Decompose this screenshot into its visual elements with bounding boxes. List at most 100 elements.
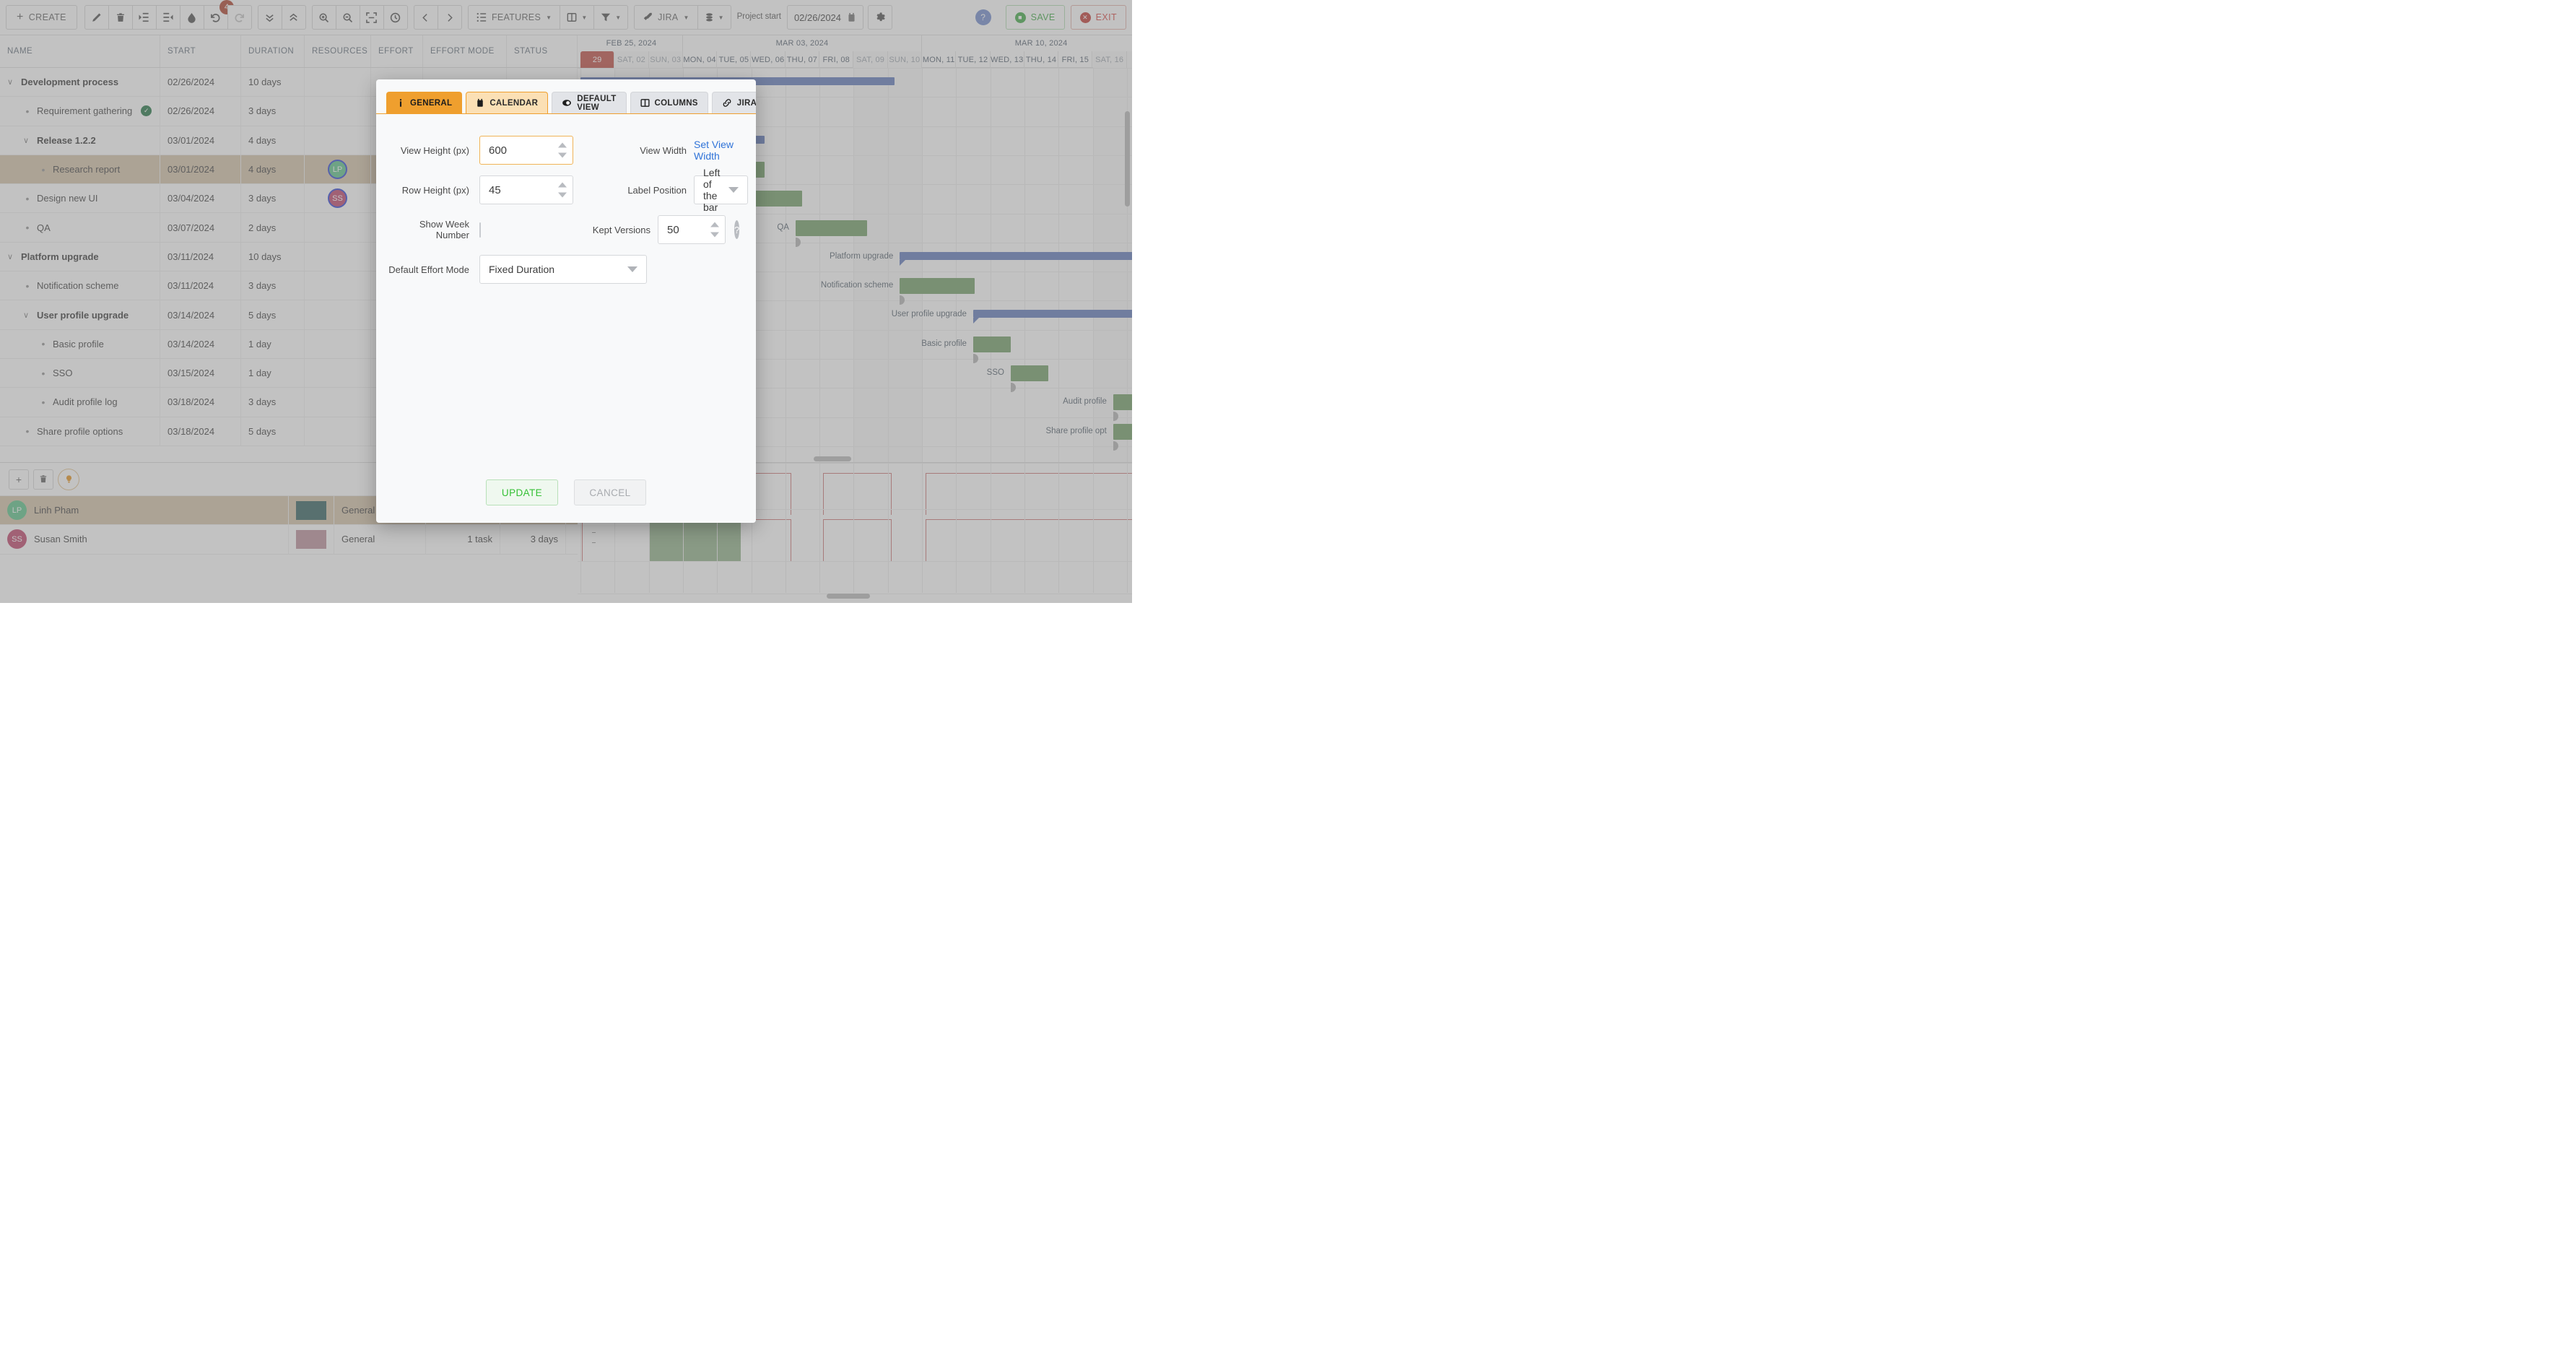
project-start-date-input[interactable]: 02/26/2024 bbox=[786, 5, 864, 30]
spinner-up-icon[interactable] bbox=[710, 222, 719, 227]
task-resources-cell[interactable] bbox=[305, 300, 371, 329]
task-duration-cell[interactable]: 4 days bbox=[241, 155, 305, 184]
task-duration-cell[interactable]: 3 days bbox=[241, 272, 305, 300]
grid-column-header[interactable]: START bbox=[160, 35, 241, 67]
zoom-out-button[interactable] bbox=[335, 5, 360, 30]
gantt-task-bar[interactable] bbox=[900, 278, 975, 295]
task-name-cell[interactable]: • Requirement gathering ✓ bbox=[0, 97, 160, 126]
task-name-cell[interactable]: • Basic profile bbox=[0, 329, 160, 358]
task-resources-cell[interactable] bbox=[305, 358, 371, 388]
expand-all-button[interactable] bbox=[281, 5, 306, 30]
task-start-cell[interactable]: 03/01/2024 bbox=[160, 155, 241, 184]
spinner-down-icon[interactable] bbox=[710, 232, 719, 238]
show-week-number-checkbox[interactable] bbox=[479, 222, 481, 238]
task-resources-cell[interactable] bbox=[305, 329, 371, 358]
gantt-task-bar[interactable] bbox=[1113, 394, 1132, 411]
gantt-task-bar[interactable] bbox=[972, 336, 1011, 352]
task-start-cell[interactable]: 02/26/2024 bbox=[160, 97, 241, 126]
task-name-cell[interactable]: • Research report bbox=[0, 155, 160, 184]
help-button[interactable]: ? bbox=[975, 9, 991, 25]
indent-button[interactable] bbox=[131, 5, 157, 30]
delete-resource-button[interactable] bbox=[33, 469, 53, 490]
chevron-down-icon[interactable]: ∨ bbox=[7, 77, 16, 87]
task-start-cell[interactable]: 03/15/2024 bbox=[160, 358, 241, 388]
task-duration-cell[interactable]: 10 days bbox=[241, 68, 305, 97]
timeline-vscrollbar[interactable] bbox=[1125, 111, 1130, 207]
outdent-button[interactable] bbox=[155, 5, 180, 30]
task-start-cell[interactable]: 03/14/2024 bbox=[160, 300, 241, 329]
resource-color-cell[interactable] bbox=[289, 496, 334, 525]
task-duration-cell[interactable]: 4 days bbox=[241, 126, 305, 155]
prev-button[interactable] bbox=[413, 5, 438, 30]
task-duration-cell[interactable]: 2 days bbox=[241, 213, 305, 242]
row-height-spinner[interactable] bbox=[558, 182, 567, 198]
create-button[interactable]: + CREATE bbox=[6, 5, 77, 30]
zoom-in-button[interactable] bbox=[311, 5, 336, 30]
task-name-cell[interactable]: • Design new UI bbox=[0, 184, 160, 213]
task-duration-cell[interactable]: 1 day bbox=[241, 329, 305, 358]
task-resources-cell[interactable] bbox=[305, 97, 371, 126]
undo-button[interactable]: 4 bbox=[203, 0, 234, 30]
chevron-down-icon[interactable]: ∨ bbox=[7, 252, 16, 261]
spinner-down-icon[interactable] bbox=[558, 152, 567, 158]
tab-general[interactable]: GENERAL bbox=[386, 92, 463, 113]
default-effort-mode-select[interactable]: Fixed Duration bbox=[479, 255, 647, 284]
resource-hint-button[interactable] bbox=[58, 468, 79, 490]
resource-tasks-cell[interactable]: 1 task bbox=[426, 525, 500, 554]
task-name-cell[interactable]: • Audit profile log bbox=[0, 388, 160, 417]
resource-name-cell[interactable]: LP Linh Pham bbox=[0, 496, 289, 525]
gantt-summary-bar[interactable] bbox=[972, 310, 1132, 318]
task-name-cell[interactable]: ∨ Release 1.2.2 bbox=[0, 126, 160, 155]
task-resources-cell[interactable] bbox=[305, 242, 371, 272]
update-button[interactable]: UPDATE bbox=[486, 479, 558, 505]
jira-button[interactable]: JIRA ▼ bbox=[634, 5, 698, 30]
grid-column-header[interactable]: EFFORT bbox=[371, 35, 423, 67]
task-start-cell[interactable]: 02/26/2024 bbox=[160, 68, 241, 97]
kept-versions-spinner[interactable] bbox=[710, 222, 719, 238]
gantt-task-bar[interactable] bbox=[1113, 423, 1132, 440]
task-duration-cell[interactable]: 5 days bbox=[241, 417, 305, 446]
resource-color-cell[interactable] bbox=[289, 525, 334, 554]
task-start-cell[interactable]: 03/11/2024 bbox=[160, 272, 241, 300]
edit-button[interactable] bbox=[84, 5, 109, 30]
grid-column-header[interactable]: NAME bbox=[0, 35, 160, 67]
save-button[interactable]: ■ SAVE bbox=[1005, 5, 1065, 30]
tab-default-view[interactable]: DEFAULT VIEW bbox=[552, 92, 627, 113]
exit-button[interactable]: ✕ EXIT bbox=[1070, 5, 1126, 30]
task-start-cell[interactable]: 03/14/2024 bbox=[160, 329, 241, 358]
task-name-cell[interactable]: ∨ Platform upgrade bbox=[0, 242, 160, 272]
task-duration-cell[interactable]: 1 day bbox=[241, 358, 305, 388]
task-duration-cell[interactable]: 5 days bbox=[241, 300, 305, 329]
task-resources-cell[interactable]: SS bbox=[305, 184, 371, 213]
task-duration-cell[interactable]: 10 days bbox=[241, 242, 305, 272]
add-resource-button[interactable]: + bbox=[9, 469, 29, 490]
eraser-button[interactable] bbox=[179, 5, 204, 30]
delete-button[interactable] bbox=[108, 5, 133, 30]
grid-column-header[interactable]: STATUS bbox=[507, 35, 578, 67]
filter-button[interactable]: ▼ bbox=[593, 5, 629, 30]
task-name-cell[interactable]: • Share profile options bbox=[0, 417, 160, 446]
task-start-cell[interactable]: 03/18/2024 bbox=[160, 417, 241, 446]
grid-column-header[interactable]: EFFORT MODE bbox=[423, 35, 507, 67]
chevron-down-icon[interactable]: ∨ bbox=[23, 311, 32, 320]
task-resources-cell[interactable] bbox=[305, 213, 371, 242]
view-height-spinner[interactable] bbox=[558, 142, 567, 158]
database-button[interactable]: ▼ bbox=[697, 5, 731, 30]
collapse-all-button[interactable] bbox=[257, 5, 282, 30]
task-name-cell[interactable]: ∨ User profile upgrade bbox=[0, 300, 160, 329]
tab-jira[interactable]: JIRA bbox=[711, 92, 756, 113]
cancel-button[interactable]: CANCEL bbox=[574, 479, 646, 505]
label-position-select[interactable]: Left of the bar bbox=[694, 167, 749, 213]
tab-calendar[interactable]: CALENDAR bbox=[466, 92, 549, 113]
task-name-cell[interactable]: • SSO bbox=[0, 358, 160, 388]
task-resources-cell[interactable] bbox=[305, 388, 371, 417]
gantt-task-bar[interactable] bbox=[795, 220, 868, 236]
kept-versions-help-icon[interactable]: ? bbox=[734, 220, 740, 239]
resource-name-cell[interactable]: SS Susan Smith bbox=[0, 525, 289, 554]
task-duration-cell[interactable]: 3 days bbox=[241, 184, 305, 213]
task-name-cell[interactable]: • QA bbox=[0, 213, 160, 242]
task-duration-cell[interactable]: 3 days bbox=[241, 97, 305, 126]
settings-button[interactable] bbox=[868, 5, 893, 30]
fit-to-screen-button[interactable] bbox=[359, 5, 384, 30]
histogram-hscrollbar[interactable] bbox=[827, 594, 870, 599]
